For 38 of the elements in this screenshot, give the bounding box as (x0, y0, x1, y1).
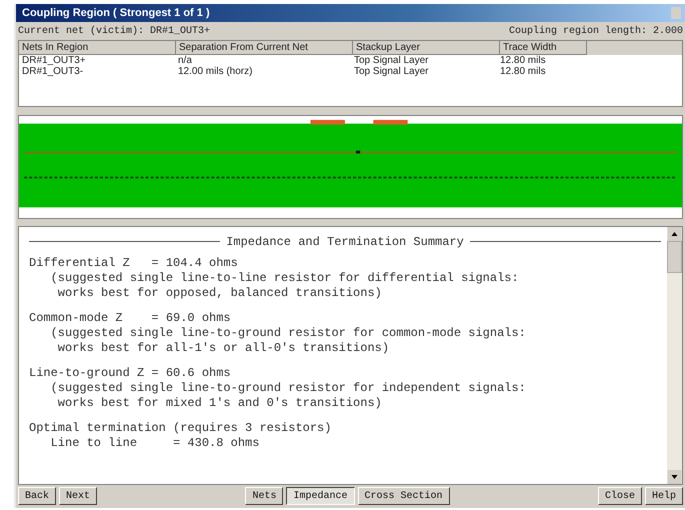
dialog-button[interactable]: Help (644, 487, 683, 505)
table-cell-text: 12.00 mils (horz) (177, 66, 254, 77)
tab[interactable]: Cross Section (358, 487, 450, 505)
summary-line: (suggested single line-to-line resistor for differential signals: (50, 271, 520, 286)
summary-line: works best for all-1's or all-0's transitions) (56, 341, 390, 356)
window-title: Coupling Region ( Strongest 1 of 1 ) (22, 7, 210, 19)
scroll-down-icon[interactable] (667, 470, 682, 484)
summary-line: works best for opposed, balanced transitions) (56, 286, 383, 301)
summary-line: (suggested single line-to-ground resistor for independent signals: (50, 381, 527, 396)
column-header[interactable]: Nets In Region (19, 41, 176, 55)
tab[interactable]: Nets (245, 487, 284, 505)
summary-line: Line-to-ground Z = 60.6 ohms (29, 366, 232, 381)
column-header[interactable]: Separation From Current Net (176, 41, 353, 55)
column-header[interactable]: Trace Width (500, 41, 587, 55)
table-cell-text: DR#1_OUT3- (21, 66, 84, 77)
table-cell-text: 12.80 mils (499, 55, 547, 66)
summary-line: (suggested single line-to-ground resistor for common-mode signals: (50, 326, 527, 341)
table-cell-text: DR#1_OUT3+ (21, 55, 87, 66)
table-cell-text: Top Signal Layer (353, 55, 430, 66)
summary-line: works best for mixed 1's and 0's transitions) (56, 396, 383, 411)
summary-line: Differential Z = 104.4 ohms (29, 256, 239, 271)
scroll-thumb[interactable] (667, 241, 682, 273)
nav-button[interactable]: Next (59, 487, 98, 505)
summary-line: Optimal termination (requires 3 resistors) (29, 421, 332, 436)
table-cell-text: 12.80 mils (499, 66, 547, 77)
scroll-up-icon[interactable] (667, 227, 682, 241)
tab[interactable]: Impedance (286, 487, 354, 505)
scrollbar[interactable] (667, 227, 682, 484)
summary-line: Common-mode Z = 69.0 ohms (29, 311, 232, 326)
region-length-label: Coupling region length: 2.000 (508, 26, 683, 37)
table-cell-text: Top Signal Layer (353, 66, 430, 77)
column-header[interactable]: Stackup Layer (353, 41, 500, 55)
nav-button[interactable]: Back (18, 487, 56, 505)
dialog-button[interactable]: Close (598, 487, 642, 505)
current-net-label: Current net (victim): DR#1_OUT3+ (18, 26, 210, 37)
table-cell-text: n/a (177, 55, 193, 66)
summary-line: Line to line = 430.8 ohms (50, 436, 260, 451)
summary-heading: Impedance and Termination Summary (226, 234, 464, 248)
